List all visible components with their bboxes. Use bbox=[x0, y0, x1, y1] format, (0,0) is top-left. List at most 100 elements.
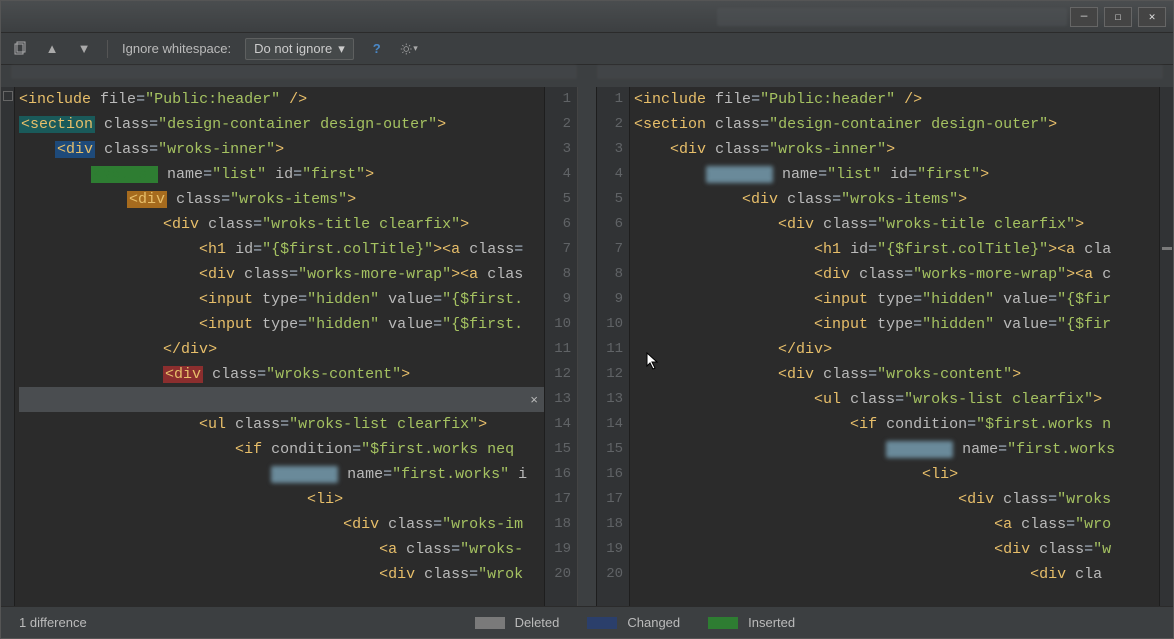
line-number[interactable]: 4 bbox=[597, 162, 623, 187]
line-number[interactable]: 14 bbox=[597, 412, 623, 437]
arrow-up-icon[interactable]: ▲ bbox=[43, 40, 61, 58]
code-line[interactable]: <include file="Public:header" /> bbox=[19, 87, 544, 112]
line-number[interactable]: 9 bbox=[545, 287, 571, 312]
line-number[interactable]: 13 bbox=[545, 387, 571, 412]
code-line[interactable]: <div class="wroks-content"> bbox=[19, 362, 544, 387]
window-titlebar[interactable]: — ☐ ✕ bbox=[1, 1, 1173, 33]
line-number[interactable]: 20 bbox=[597, 562, 623, 587]
close-diff-icon[interactable]: × bbox=[530, 388, 538, 413]
deleted-swatch bbox=[475, 617, 505, 629]
code-line[interactable]: <li> bbox=[634, 462, 1159, 487]
line-number[interactable]: 18 bbox=[545, 512, 571, 537]
line-number[interactable]: 16 bbox=[545, 462, 571, 487]
code-line[interactable]: <div class="wroks-items"> bbox=[19, 187, 544, 212]
code-line[interactable]: <div class="wroks-im bbox=[19, 512, 544, 537]
line-number[interactable]: 12 bbox=[545, 362, 571, 387]
code-line[interactable]: <volist name="list" id="first"> bbox=[19, 162, 544, 187]
diff-toolbar: ▲ ▼ Ignore whitespace: Do not ignore ▾ ?… bbox=[1, 33, 1173, 65]
code-line[interactable]: <div class="wroks-content"> bbox=[634, 362, 1159, 387]
line-number[interactable]: 1 bbox=[545, 87, 571, 112]
line-number[interactable]: 16 bbox=[597, 462, 623, 487]
code-line[interactable]: <div class="w bbox=[634, 537, 1159, 562]
line-number[interactable]: 15 bbox=[597, 437, 623, 462]
line-number[interactable]: 13 bbox=[597, 387, 623, 412]
code-line[interactable]: </div> bbox=[19, 337, 544, 362]
line-number[interactable]: 11 bbox=[597, 337, 623, 362]
code-line[interactable]: <div class="wroks bbox=[634, 487, 1159, 512]
gear-icon[interactable]: ▾ bbox=[400, 40, 418, 58]
code-line[interactable]: <ul class="wroks-list clearfix"> bbox=[634, 387, 1159, 412]
line-number[interactable]: 8 bbox=[545, 262, 571, 287]
line-number[interactable]: 7 bbox=[545, 237, 571, 262]
code-line[interactable]: <div cla bbox=[634, 562, 1159, 587]
code-line[interactable]: <a class="wroks- bbox=[19, 537, 544, 562]
line-number[interactable]: 10 bbox=[545, 312, 571, 337]
help-icon[interactable]: ? bbox=[368, 40, 386, 58]
code-line[interactable]: <input type="hidden" value="{$fir bbox=[634, 287, 1159, 312]
line-number[interactable]: 2 bbox=[545, 112, 571, 137]
code-line[interactable]: <if condition="$first.works n bbox=[634, 412, 1159, 437]
line-number[interactable]: 15 bbox=[545, 437, 571, 462]
line-number[interactable]: 17 bbox=[597, 487, 623, 512]
code-line[interactable]: <div class="wroks-inner"> bbox=[634, 137, 1159, 162]
line-number[interactable]: 18 bbox=[597, 512, 623, 537]
code-line[interactable]: <include file="Public:header" /> bbox=[634, 87, 1159, 112]
line-number[interactable]: 14 bbox=[545, 412, 571, 437]
code-line[interactable]: <volist name="first.works bbox=[634, 437, 1159, 462]
close-window-button[interactable]: ✕ bbox=[1138, 7, 1166, 27]
left-line-gutter[interactable]: 1234567891011121314151617181920 bbox=[544, 87, 578, 606]
line-number[interactable]: 4 bbox=[545, 162, 571, 187]
code-line[interactable]: <if condition="$first.works neq bbox=[19, 437, 544, 462]
line-number[interactable]: 17 bbox=[545, 487, 571, 512]
line-number[interactable]: 3 bbox=[545, 137, 571, 162]
line-number[interactable]: 11 bbox=[545, 337, 571, 362]
code-line[interactable]: <div class="wroks-title clearfix"> bbox=[634, 212, 1159, 237]
line-number[interactable]: 7 bbox=[597, 237, 623, 262]
left-code-area[interactable]: <include file="Public:header" /><section… bbox=[15, 87, 544, 606]
right-code-area[interactable]: <include file="Public:header" /><section… bbox=[630, 87, 1159, 606]
line-number[interactable]: 6 bbox=[545, 212, 571, 237]
right-line-gutter[interactable]: 1234567891011121314151617181920 bbox=[596, 87, 630, 606]
code-line[interactable]: <div class="wroks-inner"> bbox=[19, 137, 544, 162]
code-line[interactable]: <div class="works-more-wrap"><a clas bbox=[19, 262, 544, 287]
code-line[interactable]: <a class="wro bbox=[634, 512, 1159, 537]
line-number[interactable]: 2 bbox=[597, 112, 623, 137]
line-number[interactable]: 5 bbox=[597, 187, 623, 212]
code-line[interactable]: <h1 id="{$first.colTitle}"><a class= bbox=[19, 237, 544, 262]
line-number[interactable]: 1 bbox=[597, 87, 623, 112]
arrow-down-icon[interactable]: ▼ bbox=[75, 40, 93, 58]
code-line[interactable]: <div class="wroks-title clearfix"> bbox=[19, 212, 544, 237]
line-number[interactable]: 19 bbox=[597, 537, 623, 562]
line-number[interactable]: 8 bbox=[597, 262, 623, 287]
code-line[interactable]: <volist name="list" id="first"> bbox=[634, 162, 1159, 187]
line-number[interactable]: 19 bbox=[545, 537, 571, 562]
code-line[interactable]: <div class="works-more-wrap"><a c bbox=[634, 262, 1159, 287]
ignore-whitespace-combo[interactable]: Do not ignore ▾ bbox=[245, 38, 354, 60]
code-line[interactable]: <input type="hidden" value="{$first. bbox=[19, 312, 544, 337]
difference-count: 1 difference bbox=[19, 615, 87, 630]
code-line[interactable]: <div class="wrok bbox=[19, 562, 544, 587]
right-marker-bar[interactable] bbox=[1159, 87, 1173, 606]
copy-icon[interactable] bbox=[11, 40, 29, 58]
code-line[interactable]: <div class="wroks-items"> bbox=[634, 187, 1159, 212]
code-line[interactable]: <ul class="wroks-list clearfix"> bbox=[19, 412, 544, 437]
code-line[interactable]: <section class="design-container design-… bbox=[634, 112, 1159, 137]
left-fold-strip[interactable] bbox=[1, 87, 15, 606]
code-line[interactable]: <volist name="first.works" i bbox=[19, 462, 544, 487]
line-number[interactable]: 5 bbox=[545, 187, 571, 212]
line-number[interactable]: 10 bbox=[597, 312, 623, 337]
code-line[interactable]: <section class="design-container design-… bbox=[19, 112, 544, 137]
code-line[interactable]: <input type="hidden" value="{$fir bbox=[634, 312, 1159, 337]
code-line[interactable]: </div> bbox=[634, 337, 1159, 362]
line-number[interactable]: 6 bbox=[597, 212, 623, 237]
maximize-button[interactable]: ☐ bbox=[1104, 7, 1132, 27]
line-number[interactable]: 20 bbox=[545, 562, 571, 587]
code-line[interactable]: <input type="hidden" value="{$first. bbox=[19, 287, 544, 312]
line-number[interactable]: 9 bbox=[597, 287, 623, 312]
code-line[interactable]: <li> bbox=[19, 487, 544, 512]
code-line[interactable]: <h1 id="{$first.colTitle}"><a cla bbox=[634, 237, 1159, 262]
center-divider[interactable] bbox=[578, 87, 596, 606]
line-number[interactable]: 3 bbox=[597, 137, 623, 162]
minimize-button[interactable]: — bbox=[1070, 7, 1098, 27]
line-number[interactable]: 12 bbox=[597, 362, 623, 387]
